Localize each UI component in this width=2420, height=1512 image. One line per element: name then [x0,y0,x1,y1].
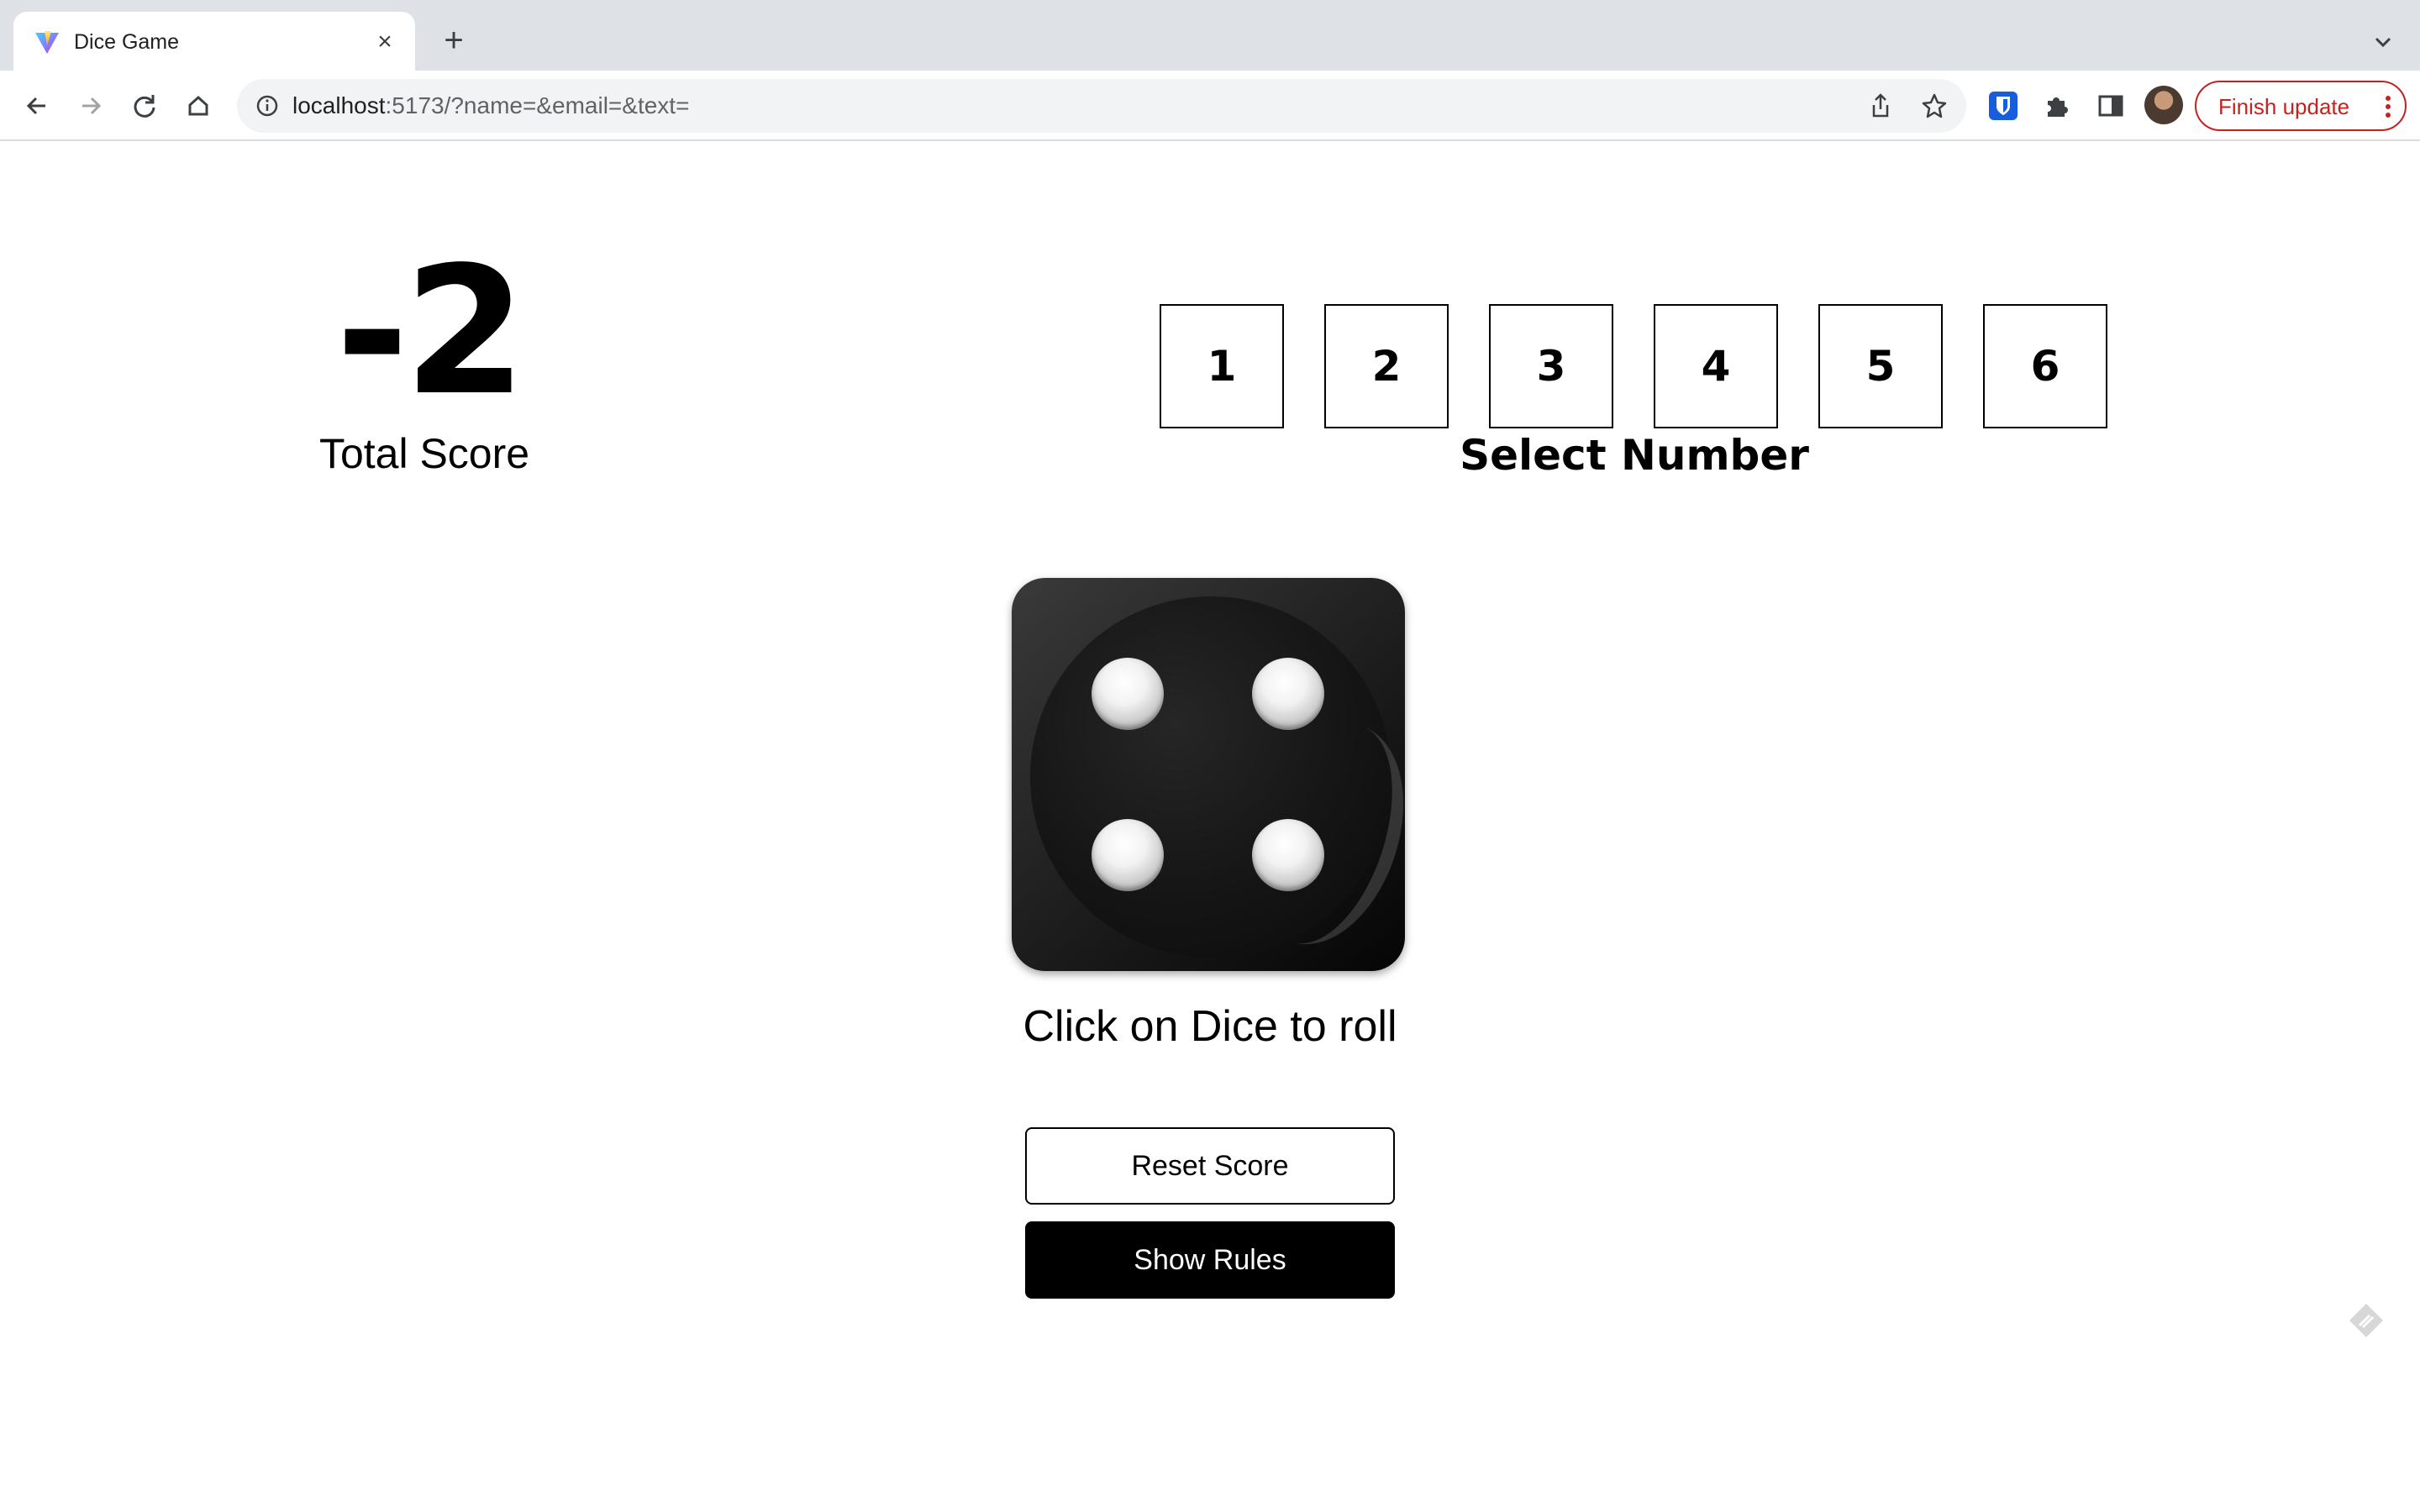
browser-tab[interactable]: Dice Game × [13,12,415,71]
forward-arrow-icon[interactable] [72,87,109,124]
finish-update-label: Finish update [2218,94,2350,119]
number-box-5[interactable]: 5 [1818,304,1943,428]
side-panel-icon[interactable] [2094,89,2128,123]
dice-game-page: -2 Total Score 1 2 3 4 5 6 Select Number… [0,143,2420,1512]
address-bar[interactable]: localhost:5173/?name=&email=&text= [237,79,1966,133]
number-box-3[interactable]: 3 [1489,304,1613,428]
url-text: localhost:5173/?name=&email=&text= [292,92,690,118]
total-score-label: Total Score [318,430,530,477]
tab-strip: Dice Game × + [0,0,2420,71]
total-score-value: -2 [335,228,526,434]
chevron-down-icon[interactable] [2366,25,2400,59]
dice-pip [1092,658,1164,730]
reset-score-button[interactable]: Reset Score [1025,1127,1395,1205]
bitwarden-shield-icon[interactable] [1986,89,2020,123]
share-icon[interactable] [1865,91,1896,121]
plus-icon[interactable]: + [435,22,472,59]
close-icon[interactable]: × [370,27,400,57]
number-box-1[interactable]: 1 [1160,304,1284,428]
dice-pip [1252,658,1324,730]
info-icon[interactable] [254,92,281,119]
back-arrow-icon[interactable] [18,87,55,124]
number-box-6[interactable]: 6 [1983,304,2107,428]
select-number-label: Select Number [1460,431,1809,480]
pen-nib-icon[interactable] [2344,1299,2388,1342]
bookmark-star-icon[interactable] [1919,91,1949,121]
home-icon[interactable] [180,87,217,124]
tab-title: Dice Game [74,30,180,54]
show-rules-button[interactable]: Show Rules [1025,1221,1395,1299]
dice-pip [1092,819,1164,891]
more-vertical-icon [2383,92,2393,121]
dice-pip [1252,819,1324,891]
profile-avatar[interactable] [2144,86,2183,124]
reload-icon[interactable] [126,87,163,124]
vite-logo-icon [34,29,60,55]
number-box-4[interactable]: 4 [1654,304,1778,428]
extensions-puzzle-icon[interactable] [2040,89,2074,123]
number-box-2[interactable]: 2 [1324,304,1449,428]
roll-hint-text: Click on Dice to roll [1023,1002,1397,1051]
finish-update-button[interactable]: Finish update [2195,81,2407,131]
number-selector: 1 2 3 4 5 6 [1160,304,2109,428]
dice-image[interactable] [1012,578,1405,971]
